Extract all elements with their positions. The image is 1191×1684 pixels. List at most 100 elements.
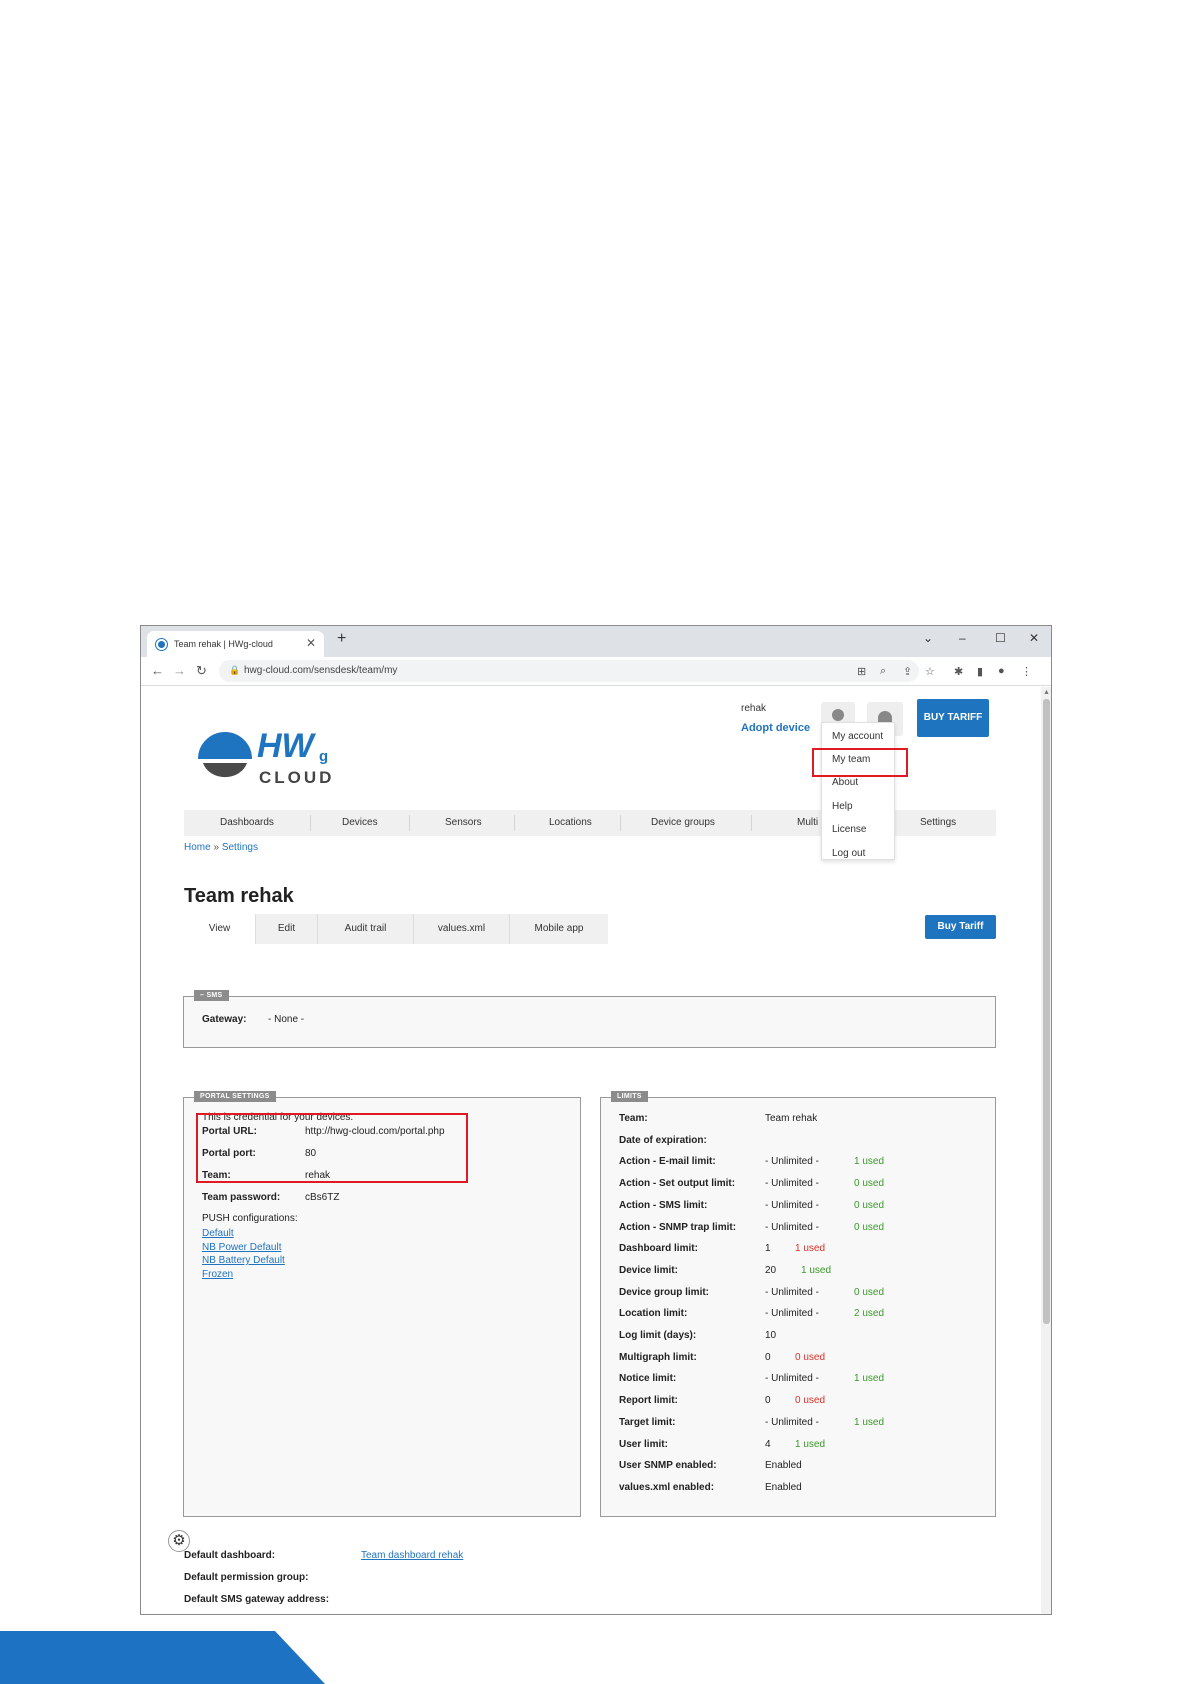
limit-used-count: 1 used xyxy=(854,1156,885,1168)
gateway-value: - None - xyxy=(268,1014,305,1025)
limit-used-count: 0 used xyxy=(795,1351,826,1363)
nav-sensors[interactable]: Sensors xyxy=(445,817,482,828)
menu-item-log-out[interactable]: Log out xyxy=(832,848,865,859)
browser-toolbar: ← → ↻ 🔒 hwg-cloud.com/sensdesk/team/my ⊞… xyxy=(141,657,1051,686)
nav-multi[interactable]: Multi xyxy=(797,817,818,828)
address-bar[interactable]: 🔒 hwg-cloud.com/sensdesk/team/my xyxy=(219,660,919,682)
limit-label: Location limit: xyxy=(619,1308,688,1320)
default-dashboard-link[interactable]: Team dashboard rehak xyxy=(361,1550,463,1561)
limit-value: - Unlimited - xyxy=(765,1308,819,1320)
address-url: hwg-cloud.com/sensdesk/team/my xyxy=(244,665,398,676)
browser-menu-icon[interactable]: ⋮ xyxy=(1021,665,1032,678)
menu-item-my-account[interactable]: My account xyxy=(832,731,883,742)
breadcrumb-settings[interactable]: Settings xyxy=(222,842,258,853)
profile-icon[interactable]: ● xyxy=(998,665,1005,677)
limit-label: values.xml enabled: xyxy=(619,1481,715,1493)
nav-settings[interactable]: Settings xyxy=(920,817,956,828)
limit-label: Date of expiration: xyxy=(619,1134,707,1146)
limit-used-count: 2 used xyxy=(854,1308,885,1320)
limit-used-count: 0 used xyxy=(854,1199,885,1211)
maximize-icon[interactable]: ☐ xyxy=(995,631,1006,645)
menu-item-license[interactable]: License xyxy=(832,824,866,835)
limits-legend: LIMITS xyxy=(611,1091,648,1102)
minimize-icon[interactable]: – xyxy=(959,631,966,645)
breadcrumb-home[interactable]: Home xyxy=(184,842,211,853)
push-link-nb-battery-default[interactable]: NB Battery Default xyxy=(202,1255,285,1266)
tab-audit-trail[interactable]: Audit trail xyxy=(318,914,414,944)
nav-separator xyxy=(514,815,515,831)
adopt-device-link[interactable]: Adopt device xyxy=(741,722,810,734)
limit-value: 4 xyxy=(765,1438,771,1450)
limit-label: Action - SNMP trap limit: xyxy=(619,1221,737,1233)
buy-tariff-button[interactable]: Buy Tariff xyxy=(925,915,996,939)
nav-separator xyxy=(751,815,752,831)
push-link-default[interactable]: Default xyxy=(202,1228,234,1239)
tab-search-icon[interactable]: ⌄ xyxy=(923,631,933,645)
sms-legend[interactable]: – SMS xyxy=(194,990,229,1001)
scroll-up-icon[interactable]: ▲ xyxy=(1043,689,1050,696)
nav-separator xyxy=(310,815,311,831)
hwg-favicon-icon xyxy=(156,639,167,650)
limit-used-count: 0 used xyxy=(795,1395,826,1407)
new-tab-button[interactable]: + xyxy=(337,630,346,648)
back-arrow-icon[interactable]: ← xyxy=(151,663,164,678)
svg-text:g: g xyxy=(319,748,328,765)
limit-value: Enabled xyxy=(765,1481,802,1493)
tab-close-icon[interactable]: ✕ xyxy=(306,636,316,650)
limit-used-count: 0 used xyxy=(854,1286,885,1298)
menu-item-about[interactable]: About xyxy=(832,777,858,788)
page-scrollbar[interactable]: ▲ xyxy=(1041,687,1051,1614)
limit-used-count: 0 used xyxy=(854,1221,885,1233)
hwg-cloud-logo[interactable]: HW g CLOUD xyxy=(193,709,343,789)
team-password-value: cBs6TZ xyxy=(305,1192,340,1203)
bookmark-star-icon[interactable]: ☆ xyxy=(925,665,935,678)
nav-locations[interactable]: Locations xyxy=(549,817,592,828)
default-dashboard-label: Default dashboard: xyxy=(184,1550,276,1561)
limit-label: Team: xyxy=(619,1113,648,1124)
gateway-label: Gateway: xyxy=(202,1014,247,1025)
limit-label: Report limit: xyxy=(619,1395,678,1407)
footer-banner xyxy=(0,1631,325,1684)
lock-icon: 🔒 xyxy=(229,665,241,675)
side-panel-icon[interactable]: ▮ xyxy=(977,665,983,678)
limit-used-count: 1 used xyxy=(854,1416,885,1428)
tab-mobile-app[interactable]: Mobile app xyxy=(510,914,608,944)
limit-value: 0 xyxy=(765,1351,771,1363)
translate-icon[interactable]: ⊞ xyxy=(857,665,866,678)
limit-label: Notice limit: xyxy=(619,1373,677,1385)
zoom-icon[interactable]: ⌕ xyxy=(880,665,886,678)
limit-value: - Unlimited - xyxy=(765,1199,819,1211)
scrollbar-thumb[interactable] xyxy=(1043,699,1050,1324)
gear-icon[interactable]: ⚙ xyxy=(168,1530,190,1552)
reload-icon[interactable]: ↻ xyxy=(196,663,207,679)
limit-value: 0 xyxy=(765,1395,771,1407)
my-team-highlight-box xyxy=(812,748,908,777)
push-link-frozen[interactable]: Frozen xyxy=(202,1269,233,1280)
limit-value: - Unlimited - xyxy=(765,1373,819,1385)
tab-title: Team rehak | HWg-cloud xyxy=(174,639,273,649)
push-link-nb-power-default[interactable]: NB Power Default xyxy=(202,1242,281,1253)
tab-view[interactable]: View xyxy=(184,914,256,944)
nav-device-groups[interactable]: Device groups xyxy=(651,817,715,828)
close-window-icon[interactable]: ✕ xyxy=(1029,631,1039,645)
forward-arrow-icon[interactable]: → xyxy=(173,663,186,678)
default-sms-gateway-label: Default SMS gateway address: xyxy=(184,1594,330,1605)
share-icon[interactable]: ⇪ xyxy=(903,665,912,678)
tab-edit[interactable]: Edit xyxy=(256,914,318,944)
limit-used-count: 1 used xyxy=(795,1243,826,1255)
nav-devices[interactable]: Devices xyxy=(342,817,378,828)
limit-label: User limit: xyxy=(619,1438,668,1450)
nav-dashboards[interactable]: Dashboards xyxy=(220,817,274,828)
limit-label: Log limit (days): xyxy=(619,1330,697,1341)
extensions-icon[interactable]: ✱ xyxy=(954,665,963,678)
limit-label: Action - Set output limit: xyxy=(619,1178,736,1190)
limit-label: User SNMP enabled: xyxy=(619,1460,717,1472)
tab-strip: Team rehak | HWg-cloud ✕ + ⌄ – ☐ ✕ xyxy=(141,626,1051,657)
sms-fieldset: – SMS Gateway: - None - xyxy=(183,990,996,1048)
buy-tariff-header-button[interactable]: BUY TARIFF xyxy=(917,699,989,737)
browser-tab[interactable]: Team rehak | HWg-cloud ✕ xyxy=(147,631,324,657)
portal-settings-legend: PORTAL SETTINGS xyxy=(194,1091,276,1102)
tab-values-xml[interactable]: values.xml xyxy=(414,914,510,944)
limit-label: Dashboard limit: xyxy=(619,1243,698,1255)
menu-item-help[interactable]: Help xyxy=(832,801,853,812)
